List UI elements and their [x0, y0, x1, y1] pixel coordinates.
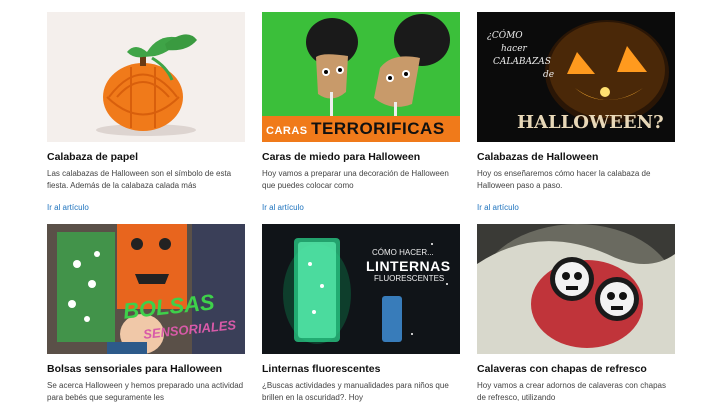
- article-title[interactable]: Calabazas de Halloween: [477, 151, 675, 164]
- article-title[interactable]: Bolsas sensoriales para Halloween: [47, 363, 245, 376]
- read-more-link[interactable]: Ir al artículo: [262, 203, 304, 212]
- glow-lantern-image[interactable]: CÓMO HACER... LINTERNAS FLUORESCENTES: [262, 224, 460, 354]
- article-card: CÓMO HACER... LINTERNAS FLUORESCENTES Li…: [262, 224, 460, 405]
- pumpkin-craft-illustration: [47, 12, 245, 142]
- article-excerpt: Hoy os enseñaremos cómo hacer la calabaz…: [477, 169, 651, 190]
- article-excerpt: Se acerca Halloween y hemos preparado un…: [47, 381, 244, 402]
- caption-big: LINTERNAS: [366, 258, 451, 274]
- article-excerpt: ¿Buscas actividades y manualidades para …: [262, 381, 449, 402]
- glow-lantern-illustration: [262, 224, 460, 354]
- pumpkin-craft-image[interactable]: [47, 12, 245, 142]
- article-excerpt: Hoy vamos a preparar una decoración de H…: [262, 169, 449, 190]
- caption-small: CÓMO HACER...: [372, 248, 434, 257]
- caption-part-a: CARAS: [266, 125, 312, 137]
- scary-faces-image[interactable]: CARAS TERRORIFICAS: [262, 12, 460, 142]
- caption-big: HALLOWEEN?: [517, 112, 664, 133]
- caption-line: de: [543, 70, 555, 80]
- bottle-cap-skulls-illustration: [477, 224, 675, 354]
- article-title[interactable]: Calaveras con chapas de refresco: [477, 363, 675, 376]
- article-card: Calabaza de papel Las calabazas de Hallo…: [47, 12, 245, 224]
- caption-line: hacer: [501, 44, 527, 54]
- article-card: Calaveras con chapas de refresco Hoy vam…: [477, 224, 675, 405]
- caption-part-b: TERRORIFICAS: [311, 119, 445, 138]
- image-caption: ¿CÓMO hacer CALABAZAS de: [487, 30, 554, 82]
- jack-o-lantern-image[interactable]: ¿CÓMO hacer CALABAZAS de HALLOWEEN?: [477, 12, 675, 142]
- bottle-cap-skulls-image[interactable]: [477, 224, 675, 354]
- article-title[interactable]: Caras de miedo para Halloween: [262, 151, 460, 164]
- article-card: CARAS TERRORIFICAS Caras de miedo para H…: [262, 12, 460, 224]
- read-more-link[interactable]: Ir al artículo: [477, 203, 519, 212]
- article-grid: Calabaza de papel Las calabazas de Hallo…: [47, 12, 675, 405]
- article-card: ¿CÓMO hacer CALABAZAS de HALLOWEEN? Cala…: [477, 12, 675, 224]
- caption-sub: FLUORESCENTES: [374, 274, 445, 283]
- article-excerpt: Las calabazas de Halloween son el símbol…: [47, 169, 232, 190]
- caption-line: CALABAZAS: [493, 57, 551, 67]
- article-card: BOLSAS SENSORIALES Bolsas sensoriales pa…: [47, 224, 245, 405]
- article-excerpt: Hoy vamos a crear adornos de calaveras c…: [477, 381, 666, 402]
- article-title[interactable]: Linternas fluorescentes: [262, 363, 460, 376]
- image-caption: CARAS TERRORIFICAS: [266, 115, 460, 142]
- sensory-bags-image[interactable]: BOLSAS SENSORIALES: [47, 224, 245, 354]
- read-more-link[interactable]: Ir al artículo: [47, 203, 89, 212]
- caption-line: ¿CÓMO: [487, 31, 523, 41]
- article-title[interactable]: Calabaza de papel: [47, 151, 245, 164]
